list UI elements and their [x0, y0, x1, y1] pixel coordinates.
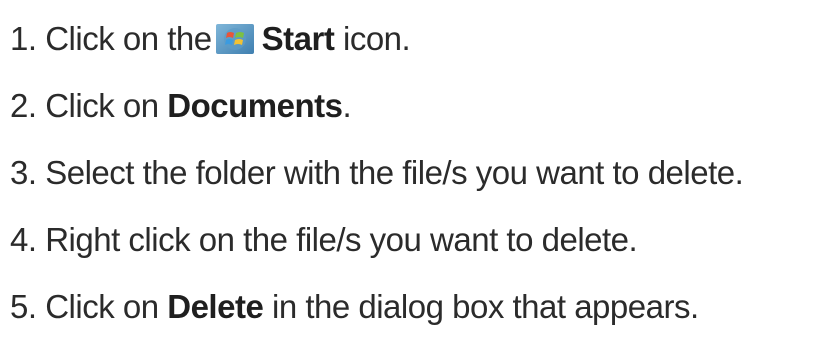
step-text-end: icon. [334, 20, 411, 57]
step-text: Click on the [45, 20, 212, 57]
step-number: 3. [10, 154, 37, 191]
step-text: Click on [45, 288, 168, 325]
step-text-end: . [342, 87, 352, 124]
windows-start-orb-icon [215, 9, 254, 54]
step-text: Right click on the file/s you want to de… [45, 221, 638, 258]
step-text: Select the folder with the file/s you wa… [45, 154, 744, 191]
instruction-steps: 1. Click on the Start icon. 2. Click on … [10, 5, 744, 340]
step-number: 4. [10, 221, 37, 258]
start-label: Start [261, 20, 335, 57]
documents-label: Documents [167, 87, 343, 124]
step-3: 3. Select the folder with the file/s you… [10, 139, 744, 206]
step-number: 5. [10, 288, 37, 325]
delete-label: Delete [167, 288, 264, 325]
step-5: 5. Click on Delete in the dialog box tha… [10, 273, 743, 340]
step-text-end: in the dialog box that appears. [263, 288, 699, 325]
step-2: 2. Click on Documents. [10, 72, 743, 139]
step-4: 4. Right click on the file/s you want to… [10, 206, 743, 273]
step-number: 1. [10, 20, 37, 57]
step-number: 2. [10, 87, 37, 124]
step-text: Click on [45, 87, 168, 124]
step-1: 1. Click on the Start icon. [10, 5, 743, 72]
